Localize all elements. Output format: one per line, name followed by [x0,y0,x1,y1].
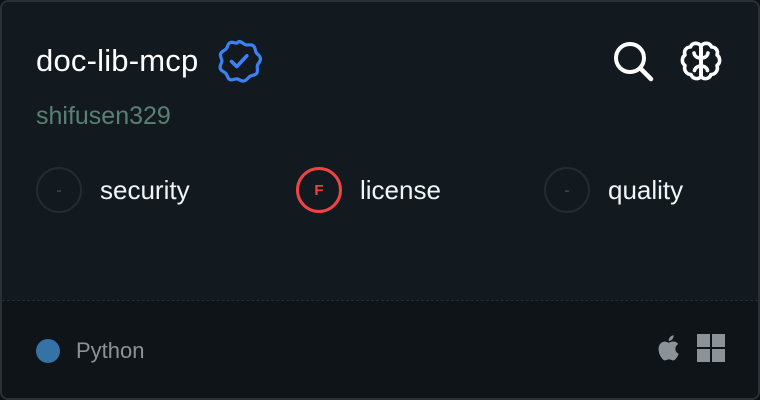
apple-icon [652,333,682,363]
license-label: license [360,175,441,205]
security-label: security [100,175,190,205]
score-row: - security F license - quality [36,166,724,214]
author-link[interactable]: shifusen329 [36,98,171,134]
verified-badge-icon [216,38,263,84]
security-grade: - [36,167,82,213]
card-footer: Python [2,300,758,398]
score-quality[interactable]: - quality [544,166,683,214]
card-actions [610,38,724,84]
windows-icon [696,333,726,363]
server-card[interactable]: doc-lib-mcp shifusen329 - security F lic… [0,0,760,400]
score-security[interactable]: - security [36,166,190,214]
platform-icons [652,333,726,363]
quality-grade: - [544,167,590,213]
score-license[interactable]: F license [296,166,441,214]
quality-label: quality [608,175,684,205]
server-name[interactable]: doc-lib-mcp [36,39,198,83]
search-icon[interactable] [610,38,656,84]
brain-icon[interactable] [678,38,724,84]
language-indicator: Python [36,337,145,365]
language-color-dot [36,339,60,363]
license-grade: F [296,167,342,213]
language-name: Python [76,338,145,363]
card-header: doc-lib-mcp [36,38,263,84]
